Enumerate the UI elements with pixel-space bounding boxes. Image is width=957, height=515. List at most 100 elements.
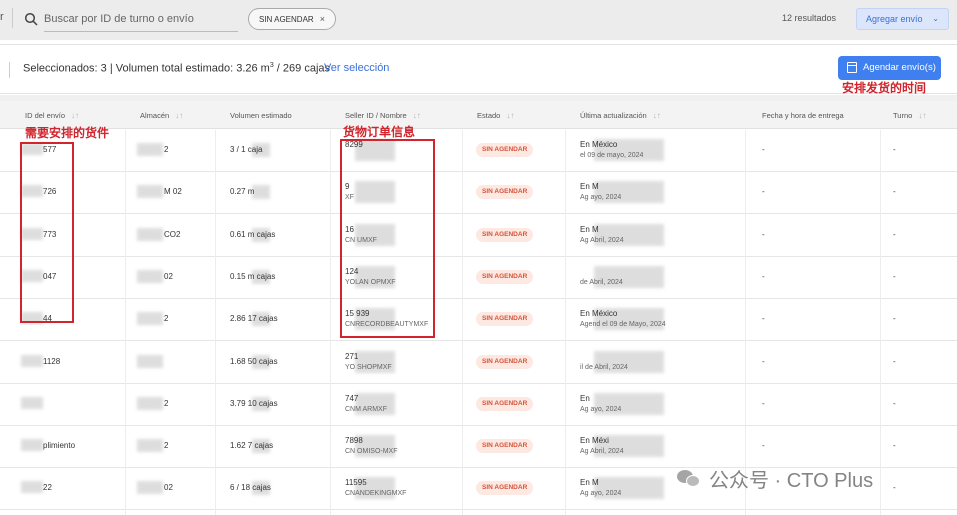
sort-icon: ↓↑ [175, 111, 184, 120]
turn: - [893, 483, 896, 493]
calendar-icon [847, 62, 857, 73]
table-row[interactable]: 2 3.79 10 cajas 747 CNM ARMXF SIN AGENDAR… [0, 383, 957, 426]
update-date: el 09 de mayo, 2024 [580, 152, 644, 159]
warehouse: 2 [164, 398, 169, 408]
header-shipment-id[interactable]: ID del envío ↓↑ [25, 111, 79, 120]
table-row[interactable]: 577 2 3 / 1 caja 8299 SIN AGENDAR En Méx… [0, 130, 957, 172]
seller-id: 747 [345, 393, 359, 403]
redacted-block [21, 354, 43, 367]
chevron-down-icon: ⌄ [932, 14, 939, 23]
add-shipment-label: Agregar envío [866, 14, 923, 24]
update-location: En M [580, 182, 599, 192]
annotation-goods-label: 需要安排的货件 [25, 126, 110, 140]
turn: - [893, 314, 896, 324]
status-badge: SIN AGENDAR [476, 185, 534, 200]
filter-bar: r SIN AGENDAR × 12 resultados Agregar env… [0, 0, 957, 40]
divider [12, 8, 13, 28]
last-update: En México Agend el 09 de Mayo, 2024 [580, 309, 666, 330]
table-row[interactable]: 1128 1.68 50 cajas 271 YO SHOPMXF SIN AGE… [0, 341, 957, 384]
redacted-block [137, 396, 163, 410]
volume: 6 / 18 cajas [230, 483, 271, 493]
redacted-block [137, 312, 163, 326]
status-filter-chip[interactable]: SIN AGENDAR × [248, 8, 336, 30]
search-input[interactable] [44, 6, 238, 32]
header-volume: Volumen estimado [230, 111, 292, 120]
redacted-block [137, 439, 163, 453]
status-badge: SIN AGENDAR [476, 439, 534, 454]
update-date: Ag ayo, 2024 [580, 490, 622, 498]
sort-icon: ↓↑ [412, 111, 421, 120]
warehouse: 02 [164, 271, 173, 281]
seller-id: 7898 [345, 436, 363, 446]
status-badge: SIN AGENDAR [476, 269, 534, 284]
column-divider [125, 130, 126, 515]
volume: 1.68 50 cajas [230, 356, 278, 366]
view-selection-link[interactable]: Ver selección [324, 62, 389, 74]
seller-info: 7898 CN OMISO-MXF [345, 436, 398, 457]
truncated-label: r [0, 11, 4, 23]
close-icon[interactable]: × [320, 14, 325, 24]
annotation-order-info-label: 货物订单信息 [343, 125, 416, 139]
schedule-shipments-button[interactable]: Agendar envío(s) [838, 56, 941, 80]
delivery-date: - [762, 314, 765, 324]
update-location: En México [580, 309, 618, 319]
update-location: En México [580, 140, 618, 149]
volume: 2.86 17 cajas [230, 314, 278, 324]
annotation-box-goods [20, 142, 74, 323]
table-row[interactable]: 44 2 2.86 17 cajas 15 939 CNRECORDBEAUTYM… [0, 299, 957, 342]
annotation-ship-time-label: 安排发货的时间 [842, 81, 927, 95]
turn: - [893, 398, 896, 408]
update-location: En Méxi [580, 436, 609, 446]
volume: 1.62 7 cajas [230, 441, 274, 451]
column-divider [565, 130, 566, 515]
status-badge: SIN AGENDAR [476, 227, 534, 242]
table-row[interactable]: 773 CO2 0.61 m cajas 16 CN UMXF SIN AGEND… [0, 214, 957, 257]
last-update: de Abril, 2024 [580, 267, 623, 288]
turn: - [893, 356, 896, 366]
search-icon [24, 12, 38, 26]
header-turn[interactable]: Turno ↓↑ [893, 111, 926, 120]
redacted-block [21, 439, 43, 452]
shipment-id[interactable]: 1128 [43, 357, 60, 366]
turn: - [893, 229, 896, 239]
selection-panel: Seleccionados: 3 | Volumen total estimad… [0, 44, 957, 94]
last-update: il de Abril, 2024 [580, 352, 628, 373]
redacted-block [137, 354, 163, 368]
update-date: de Abril, 2024 [580, 278, 623, 286]
last-update: En México el 09 de mayo, 2024 [580, 140, 643, 161]
status-badge: SIN AGENDAR [476, 312, 534, 327]
redacted-block [137, 481, 163, 495]
header-last-update[interactable]: Última actualización ↓↑ [580, 111, 661, 120]
header-delivery-date: Fecha y hora de entrega [762, 111, 844, 120]
seller-name: CNM ARMXF [345, 405, 387, 413]
column-divider [215, 130, 216, 515]
warehouse: CO2 [164, 229, 181, 239]
warehouse: M 02 [164, 187, 182, 197]
update-location: En M [580, 224, 599, 234]
redacted-block [252, 185, 270, 200]
shipment-id[interactable]: plimiento [43, 441, 75, 450]
header-warehouse[interactable]: Almacén ↓↑ [140, 111, 183, 120]
seller-info: 271 YO SHOPMXF [345, 352, 392, 373]
last-update: En M Ag ayo, 2024 [580, 182, 621, 203]
turn: - [893, 145, 896, 154]
header-seller[interactable]: Seller ID / Nombre ↓↑ [345, 111, 421, 120]
update-date: Ag ayo, 2024 [580, 405, 622, 413]
header-status[interactable]: Estado ↓↑ [477, 111, 514, 120]
update-date: il de Abril, 2024 [580, 363, 628, 371]
table-row[interactable]: 726 M 02 0.27 m 9 XF SIN AGENDAR En M Ag a… [0, 172, 957, 215]
update-location: En [580, 393, 590, 403]
redacted-block [137, 227, 163, 241]
add-shipment-button[interactable]: Agregar envío ⌄ [856, 8, 949, 30]
table-row[interactable]: 047 02 0.15 m cajas 124 YOLAN OPMXF SIN A… [0, 256, 957, 299]
shipment-id[interactable]: 22 [43, 483, 52, 492]
redacted-block [137, 269, 163, 283]
last-update: En Ag ayo, 2024 [580, 394, 621, 415]
update-date: Ag ayo, 2024 [580, 194, 622, 202]
redacted-block [137, 185, 163, 199]
seller-name: YO SHOPMXF [345, 363, 392, 371]
turn: - [893, 187, 896, 197]
update-location: En M [580, 478, 599, 488]
seller-info: 11595 CNANDEKINGMXF [345, 478, 406, 499]
delivery-date: - [762, 145, 765, 154]
